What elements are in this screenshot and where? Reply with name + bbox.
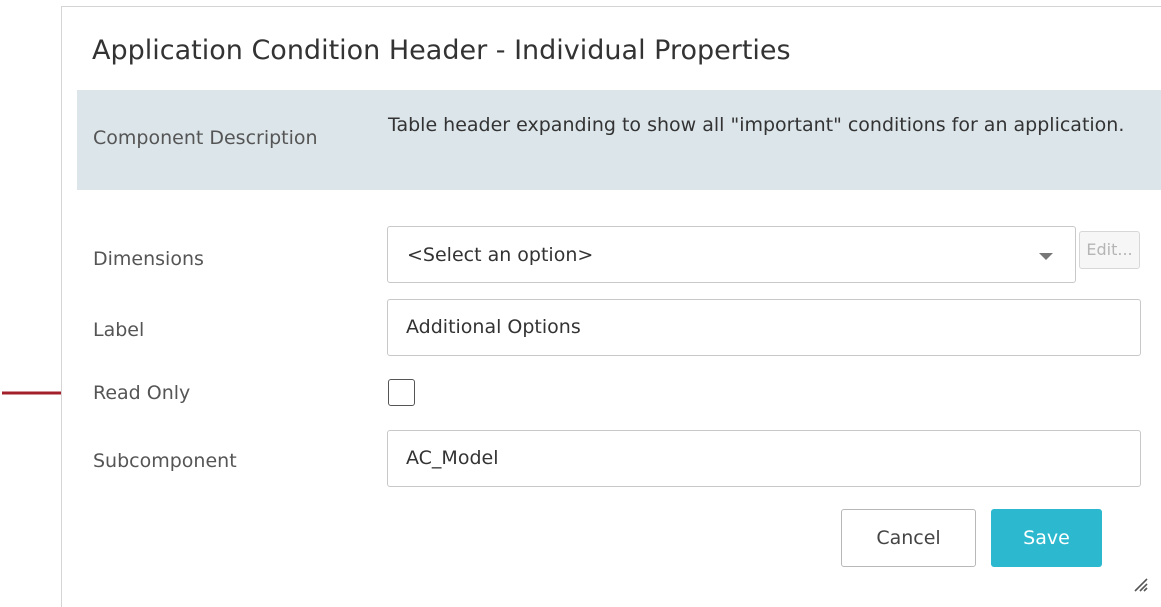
dimensions-select-value: <Select an option>	[407, 244, 594, 266]
label-input-value: Additional Options	[406, 316, 581, 338]
dialog-title: Application Condition Header - Individua…	[92, 35, 791, 66]
save-button[interactable]: Save	[991, 509, 1102, 567]
component-description-text: Table header expanding to show all "impo…	[388, 114, 1125, 136]
label-input[interactable]: Additional Options	[387, 299, 1141, 356]
subcomponent-input[interactable]: AC_Model	[387, 430, 1141, 487]
component-description-label: Component Description	[93, 127, 318, 149]
subcomponent-label: Subcomponent	[93, 450, 237, 472]
component-description-panel: Component Description Table header expan…	[77, 90, 1161, 190]
subcomponent-input-value: AC_Model	[406, 447, 499, 469]
properties-dialog: Application Condition Header - Individua…	[61, 6, 1161, 607]
cancel-button[interactable]: Cancel	[841, 509, 976, 567]
read-only-checkbox[interactable]	[388, 379, 415, 406]
dimensions-select[interactable]: <Select an option>	[387, 226, 1076, 283]
chevron-down-icon[interactable]	[1039, 253, 1053, 260]
label-field-label: Label	[93, 319, 145, 341]
resize-grip-icon[interactable]	[1131, 575, 1149, 593]
edit-dimensions-button[interactable]: Edit...	[1079, 231, 1140, 269]
dimensions-label: Dimensions	[93, 248, 204, 270]
read-only-label: Read Only	[93, 382, 191, 404]
